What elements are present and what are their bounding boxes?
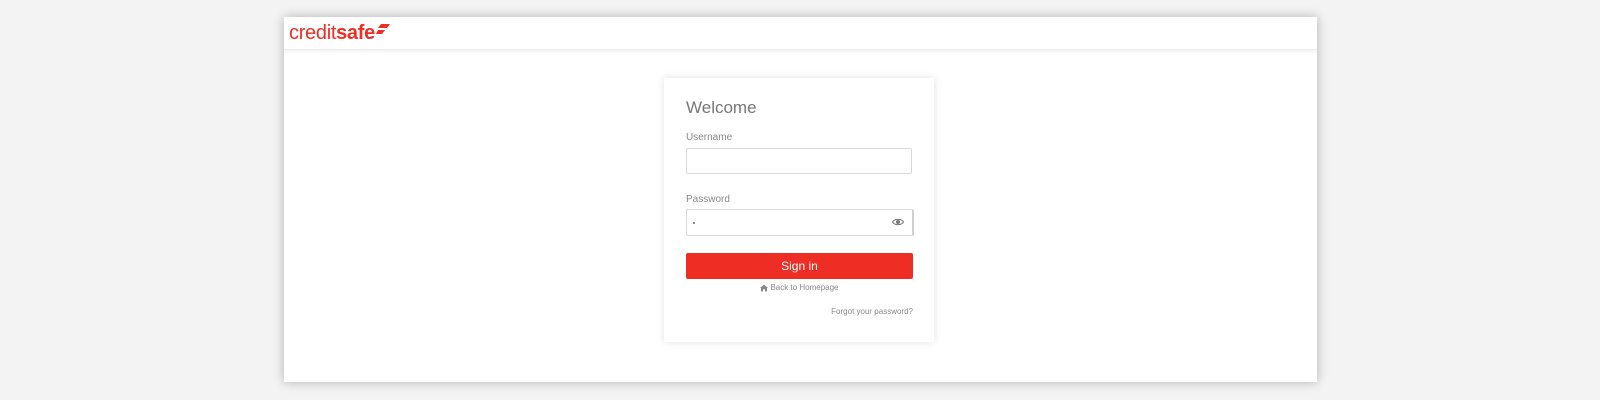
username-input[interactable] [686, 148, 912, 174]
login-card: Welcome Username Password Sign in Back t… [664, 78, 934, 342]
password-field[interactable] [686, 209, 914, 236]
browser-window: credit safe Welcome Username Password Sig… [284, 17, 1317, 382]
welcome-title: Welcome [686, 98, 757, 117]
eye-icon[interactable] [892, 217, 904, 227]
logo-text-bold: safe [336, 22, 375, 44]
username-label: Username [686, 132, 733, 143]
creditsafe-logo[interactable]: credit safe [289, 21, 390, 45]
home-icon [760, 284, 769, 291]
forgot-password-link[interactable]: Forgot your password? [831, 307, 913, 316]
logo-mark-icon [375, 24, 390, 34]
password-input[interactable] [686, 209, 914, 236]
password-label: Password [686, 194, 730, 205]
back-to-homepage-link[interactable]: Back to Homepage [686, 283, 913, 292]
sign-in-button[interactable]: Sign in [686, 253, 913, 279]
logo-text-light: credit [289, 22, 337, 44]
password-mask-dot [693, 222, 695, 224]
top-bar: credit safe [284, 17, 1317, 50]
back-to-homepage-label: Back to Homepage [770, 283, 839, 292]
